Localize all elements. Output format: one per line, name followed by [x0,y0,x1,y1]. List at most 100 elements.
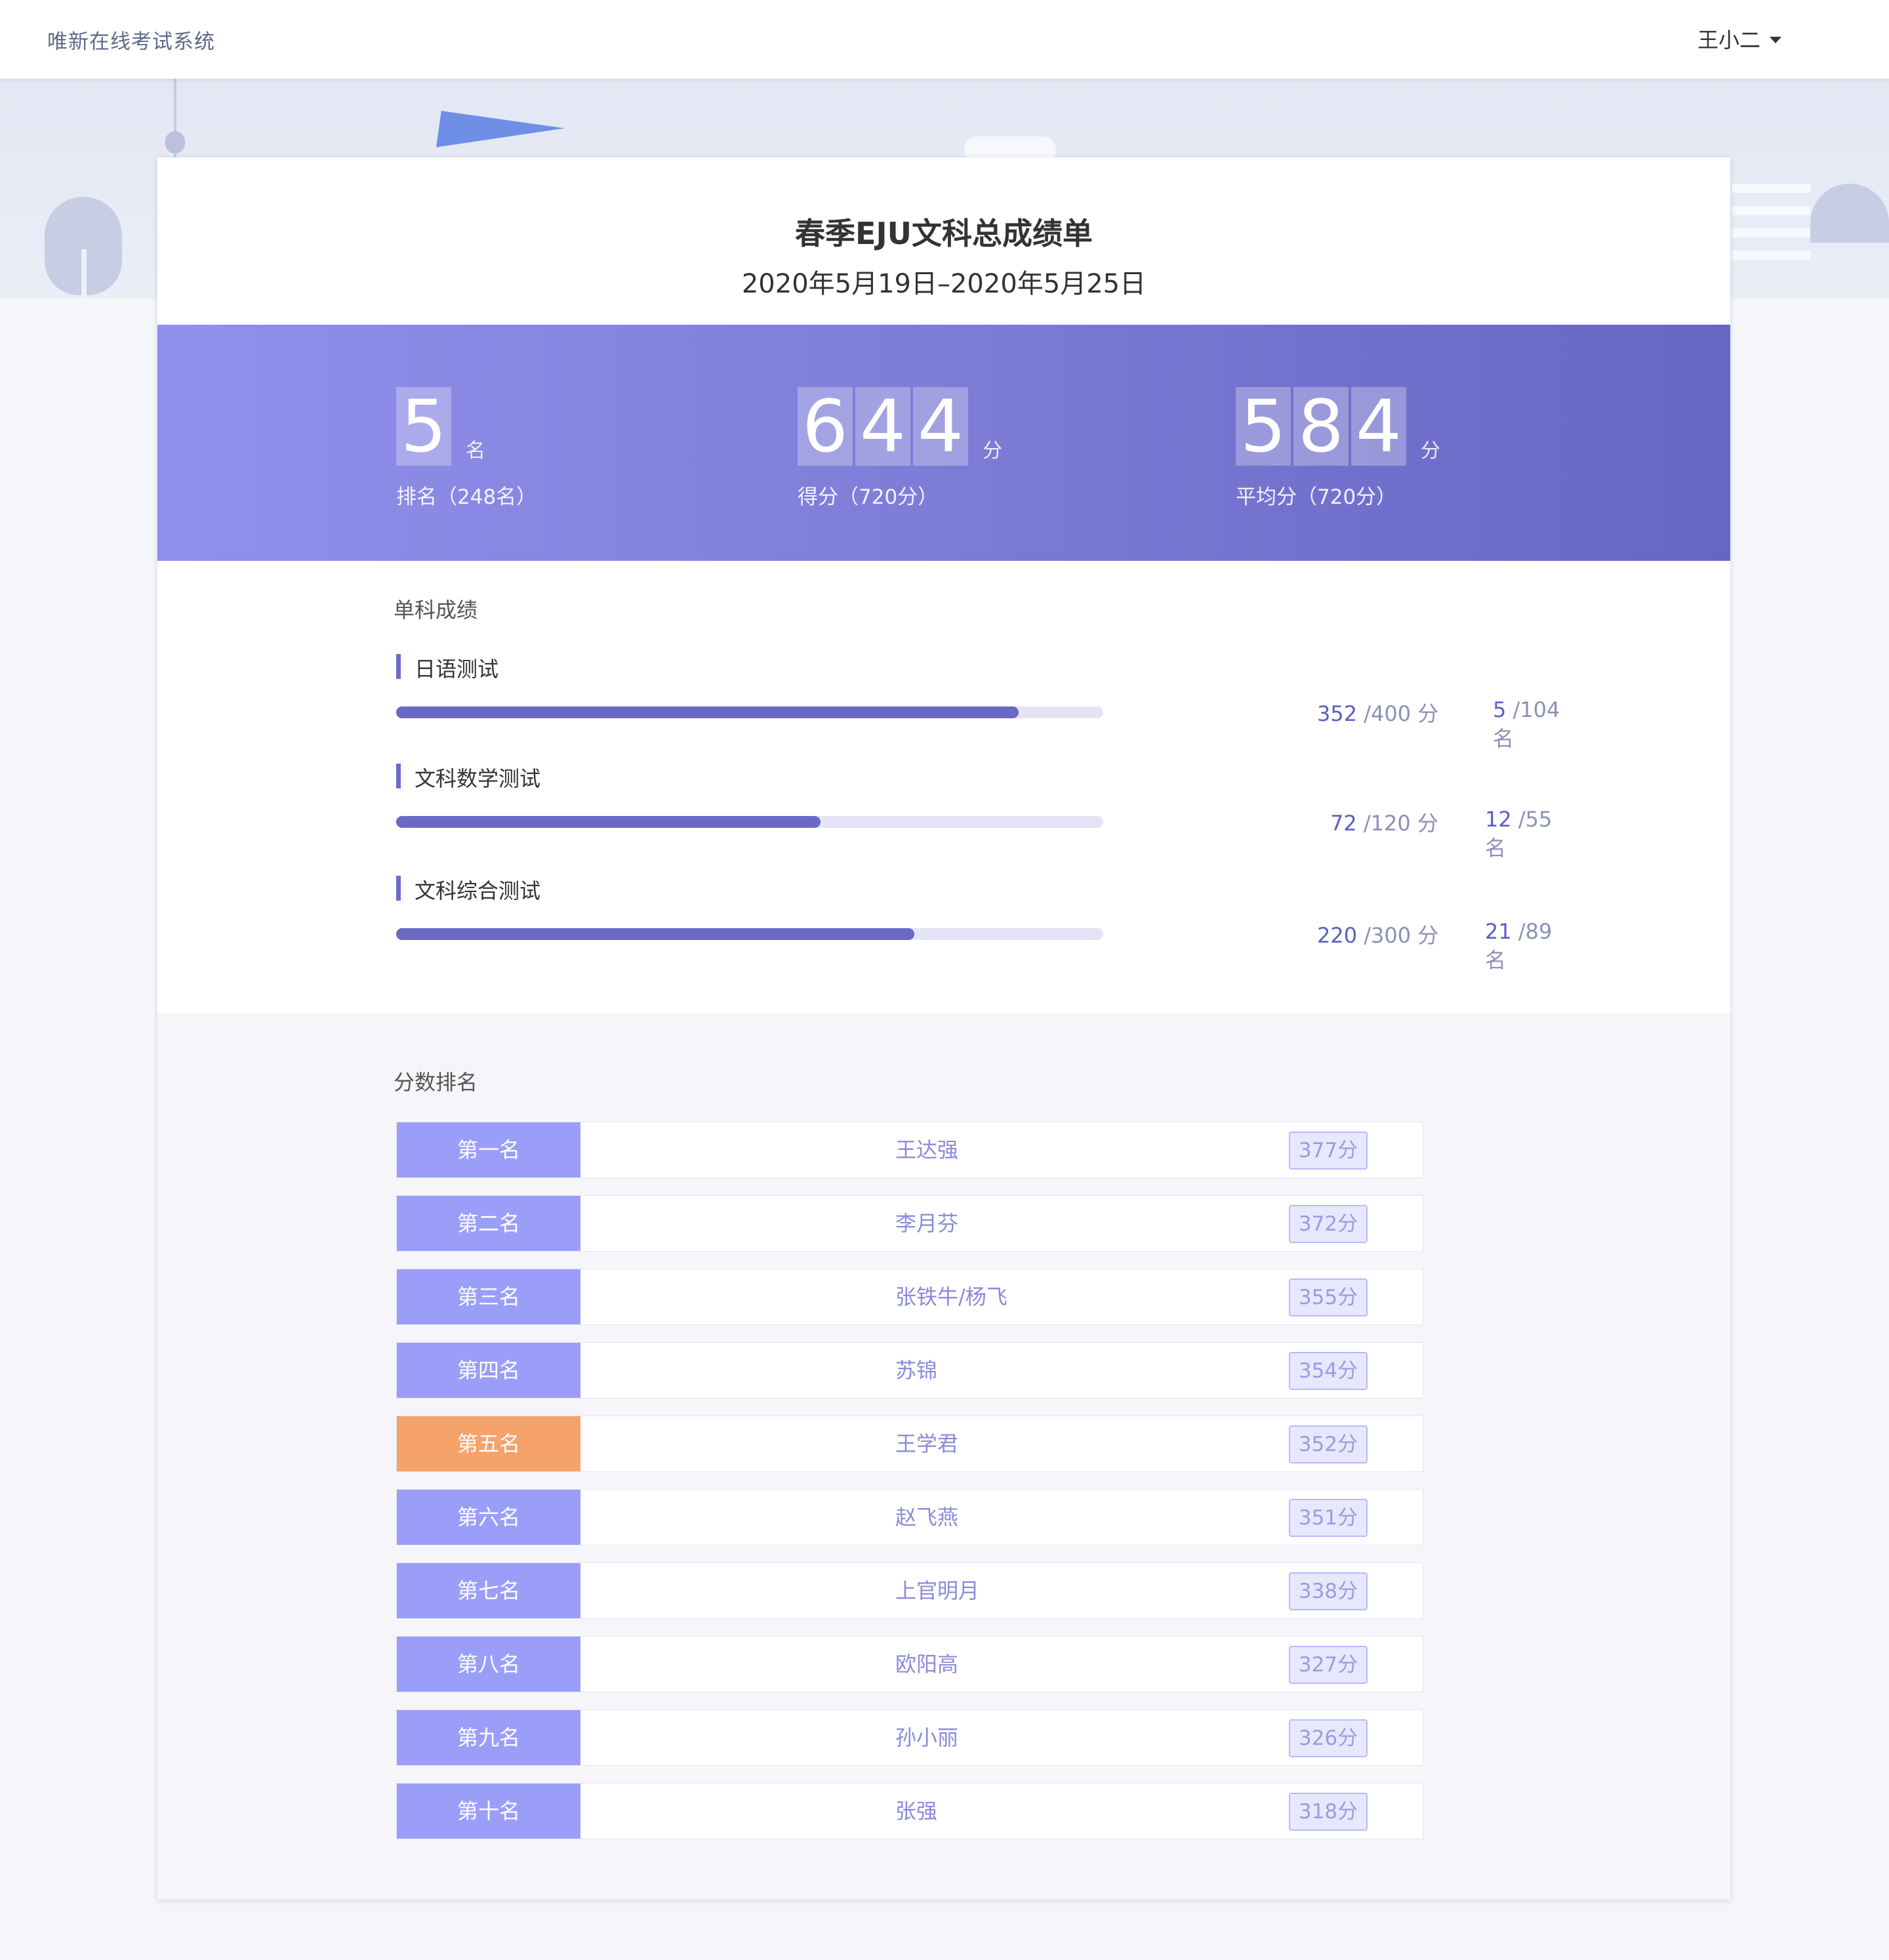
stat-rank: 5 名 排名（248名） [396,387,537,510]
rank-student-name: 王学君 [895,1431,959,1456]
subjects-section-title: 单科成绩 [394,598,478,623]
ranking-row: 第三名 张铁牛/杨飞 355分 [396,1269,1423,1325]
score-digit: 6 [798,387,853,466]
chevron-down-icon [1770,37,1782,43]
subject-name: 文科综合测试 [396,874,1577,905]
user-name: 王小二 [1697,28,1761,52]
subject-name: 日语测试 [396,653,1577,683]
rank-score-tag: 355分 [1289,1278,1368,1317]
rank-student-name: 李月芬 [895,1211,959,1236]
report-date-range: 2020年5月19日–2020年5月25日 [741,269,1147,299]
ranking-row: 第六名 赵飞燕 351分 [396,1489,1423,1545]
subject-progress-fill [396,816,821,828]
rank-score-tag: 352分 [1289,1425,1368,1463]
ranking-list: 第一名 王达强 377分 第二名 李月芬 372分 第三名 张铁牛/杨飞 355… [396,1122,1423,1856]
score-unit: 分 [983,439,1002,462]
app-brand[interactable]: 唯新在线考试系统 [47,25,215,54]
top-nav: 唯新在线考试系统 王小二 [0,0,1889,79]
rank-score-tag: 326分 [1289,1719,1368,1757]
subject-score: 72 /120 分 [1330,807,1438,837]
ranking-row: 第七名 上官明月 338分 [396,1562,1423,1619]
rank-student-name: 赵飞燕 [895,1505,959,1530]
rank-place-badge: 第一名 [397,1122,580,1177]
average-unit: 分 [1421,439,1440,462]
user-menu[interactable]: 王小二 [1697,24,1782,54]
rank-place-badge: 第三名 [397,1269,580,1324]
subject-rank-value: 12 [1485,807,1512,832]
score-label: 得分（720分） [798,485,939,509]
stat-score: 6 4 4 分 得分（720分） [798,387,1002,510]
subject-score-value: 352 [1317,701,1358,726]
average-label: 平均分（720分） [1236,485,1397,509]
rank-place-badge: 第十名 [397,1784,580,1839]
ranking-row: 第二名 李月芬 372分 [396,1195,1423,1252]
subject-item: 日语测试 352 /400 分 5 /104 名 [396,653,1577,751]
rank-student-name: 上官明月 [895,1578,980,1603]
subject-score-value: 72 [1330,811,1357,836]
average-digit: 5 [1236,387,1291,466]
subject-item: 文科综合测试 220 /300 分 21 /89 名 [396,874,1577,973]
rank-place-badge: 第二名 [397,1196,580,1251]
rank-student-name: 张强 [895,1799,938,1824]
rank-score-tag: 372分 [1289,1205,1368,1243]
tower-ball-illustration [165,131,185,153]
rank-place-badge: 第八名 [397,1637,580,1692]
ranking-section-title: 分数排名 [394,1070,478,1095]
rank-label: 排名（248名） [396,485,537,509]
building-stripes-illustration [1732,184,1810,282]
rank-student-name: 张铁牛/杨飞 [895,1284,1007,1309]
score-report-card: 春季EJU文科总成绩单 2020年5月19日–2020年5月25日 5 名 排名… [157,157,1730,1900]
rank-score-tag: 377分 [1289,1132,1368,1170]
subject-name: 文科数学测试 [396,762,1577,792]
report-title: 春季EJU文科总成绩单 [795,216,1093,251]
subject-progress-track [396,816,1103,828]
subject-score: 220 /300 分 [1317,919,1438,949]
ranking-row: 第九名 孙小丽 326分 [396,1709,1423,1766]
paper-plane-illustration [436,111,565,165]
rank-place-badge: 第七名 [397,1563,580,1618]
score-digit: 4 [855,387,910,466]
rank-place-badge: 第五名 [397,1416,580,1471]
average-digit: 4 [1351,387,1406,466]
subject-progress-fill [396,706,1019,718]
rank-student-name: 王达强 [895,1137,959,1162]
rank-score-tag: 354分 [1289,1352,1368,1390]
ranking-row: 第一名 王达强 377分 [396,1122,1423,1178]
rank-score-tag: 327分 [1289,1646,1368,1684]
subject-rank: 5 /104 名 [1493,697,1577,752]
rank-student-name: 苏锦 [895,1358,938,1383]
ranking-row: 第四名 苏锦 354分 [396,1342,1423,1399]
subject-rank-value: 21 [1485,919,1512,944]
rank-student-name: 欧阳高 [895,1652,959,1677]
stat-average: 5 8 4 分 平均分（720分） [1236,387,1440,510]
rank-place-badge: 第四名 [397,1343,580,1398]
subject-score-value: 220 [1317,923,1358,948]
rank-place-badge: 第六名 [397,1490,580,1545]
rank-score-tag: 351分 [1289,1499,1368,1537]
subject-progress-track [396,928,1103,940]
ranking-row: 第八名 欧阳高 327分 [396,1636,1423,1692]
subject-score-total: /120 分 [1363,811,1438,836]
subject-rank-value: 5 [1493,697,1507,722]
subject-rank: 12 /55 名 [1485,807,1577,862]
subject-score: 352 /400 分 [1317,697,1438,727]
tree-trunk-illustration [81,249,87,298]
rank-student-name: 孙小丽 [895,1725,959,1750]
subject-score-total: /400 分 [1364,701,1439,726]
rank-score-tag: 318分 [1289,1793,1368,1831]
ranking-row-self: 第五名 王学君 352分 [396,1416,1423,1472]
rank-place-badge: 第九名 [397,1710,580,1765]
score-digit: 4 [913,387,968,466]
subject-score-total: /300 分 [1364,923,1439,948]
average-digit: 8 [1293,387,1349,466]
rank-unit: 名 [466,439,485,462]
subject-item: 文科数学测试 72 /120 分 12 /55 名 [396,762,1577,861]
dome-illustration [1810,184,1889,243]
ranking-row: 第十名 张强 318分 [396,1783,1423,1839]
rank-score-tag: 338分 [1289,1572,1368,1610]
subject-progress-fill [396,928,915,940]
subject-rank: 21 /89 名 [1485,919,1577,974]
rank-digit: 5 [396,387,451,466]
summary-stats: 5 名 排名（248名） 6 4 4 分 得分（720分） 5 8 4 分 平均… [157,325,1730,561]
ranking-section: 分数排名 第一名 王达强 377分 第二名 李月芬 372分 第三名 张铁牛/杨… [157,1013,1730,1900]
